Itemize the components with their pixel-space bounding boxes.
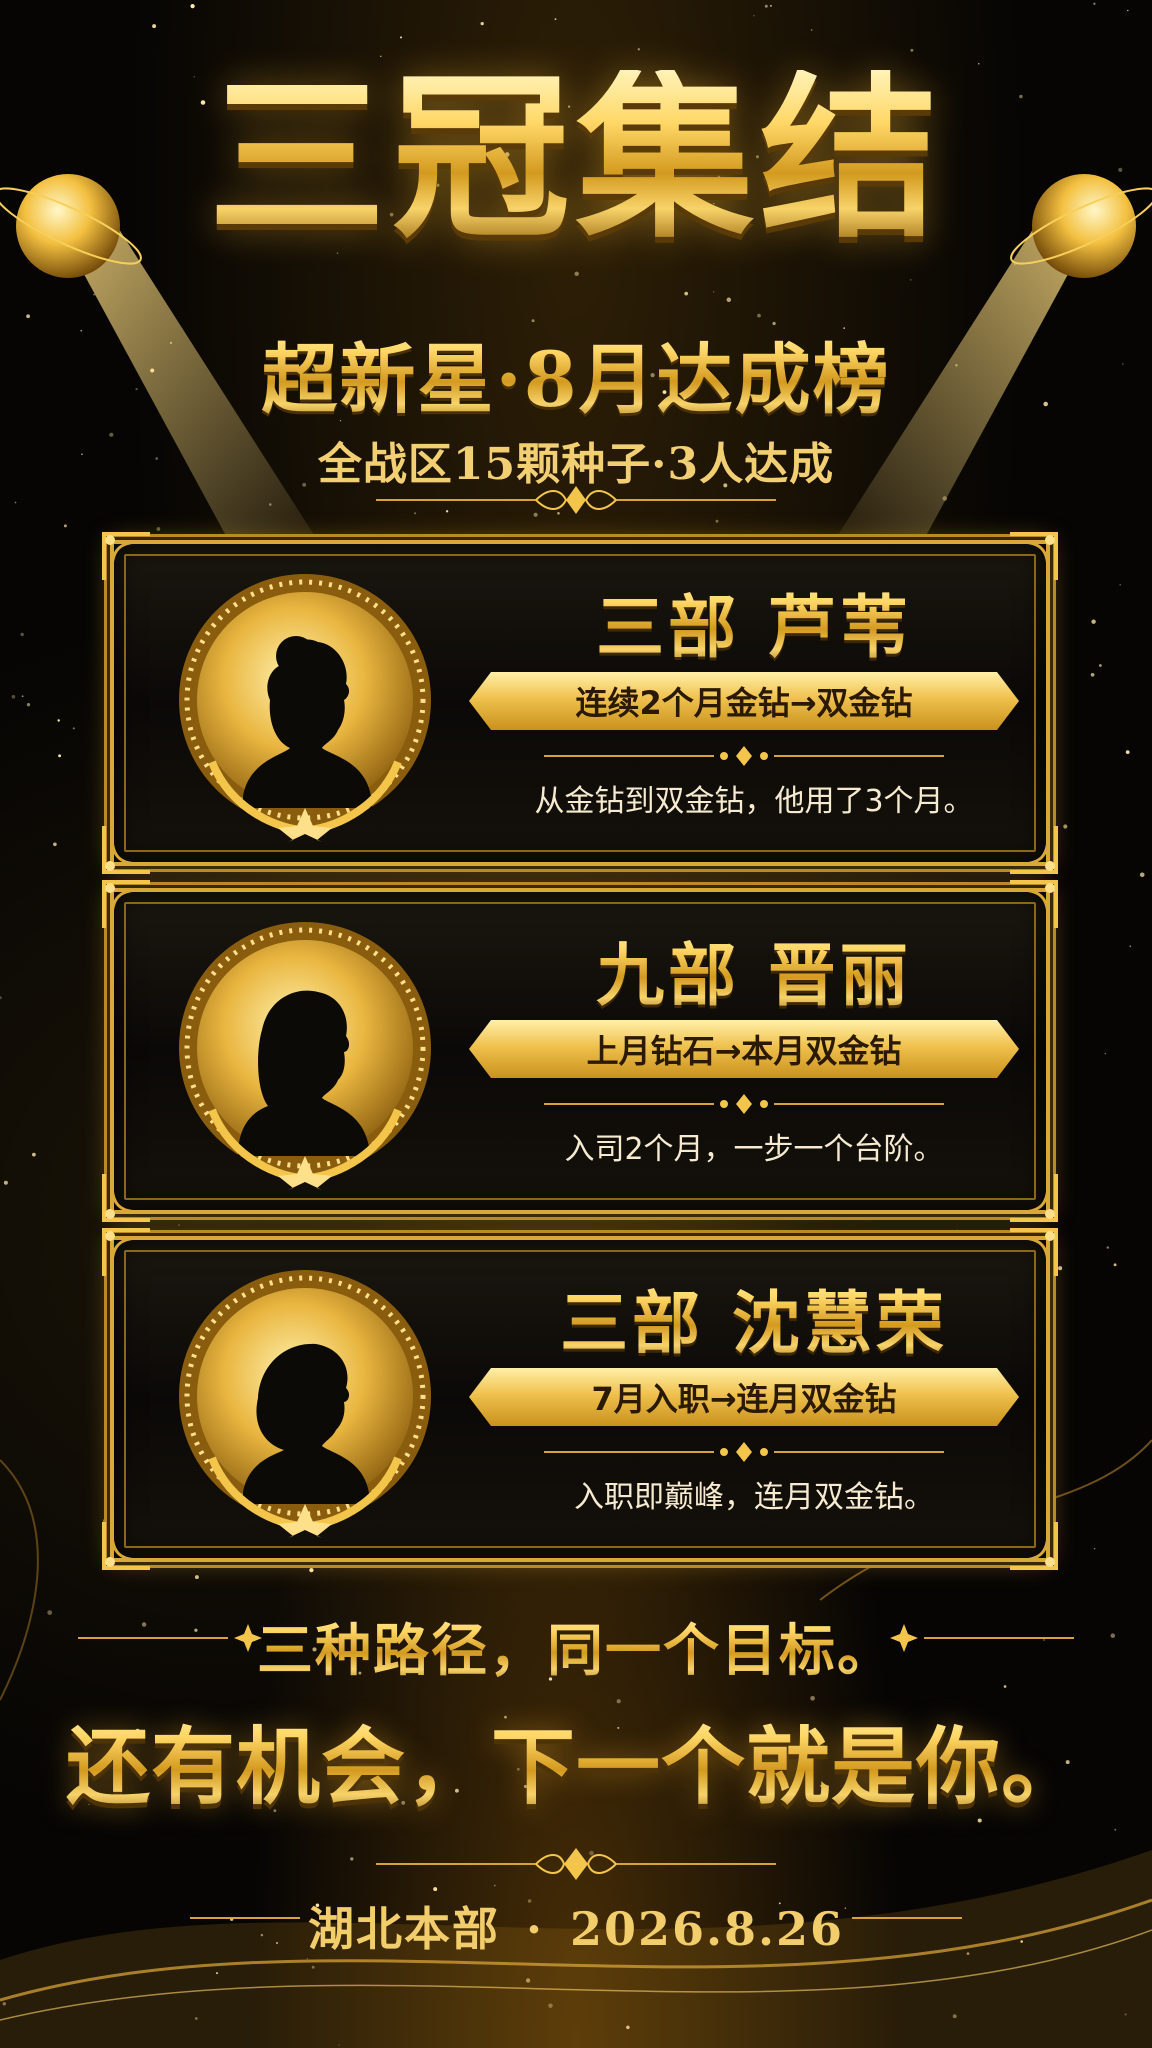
- star-sparkle: [810, 29, 813, 31]
- ornament-divider-icon: [376, 486, 776, 514]
- winner-name: 九部 晋丽: [494, 920, 1014, 1019]
- poster: 三冠集结 超新星·8月达成榜 全战区15颗种子·3人达成 三部 芦苇 连续2个月…: [0, 0, 1152, 2048]
- footer-date: 2026.8.26: [569, 1902, 845, 1956]
- star-sparkle: [53, 842, 57, 847]
- star-sparkle: [480, 21, 484, 26]
- star-sparkle: [152, 24, 157, 29]
- star-sparkle: [713, 291, 715, 293]
- star-sparkle: [178, 1224, 180, 1226]
- star-sparkle: [3, 1180, 8, 1185]
- star-sparkle: [1093, 2, 1096, 5]
- star-sparkle: [637, 48, 640, 51]
- winner-card-1: 三部 芦苇 连续2个月金钻→双金钻 从金钻到双金钻，他用了3个月。: [102, 532, 1058, 874]
- ornament-divider-icon: [544, 1442, 944, 1462]
- star-sparkle: [757, 313, 761, 318]
- star-sparkle: [11, 694, 16, 699]
- star-sparkle: [1091, 619, 1096, 624]
- winner-quote: 入司2个月，一步一个台阶。: [564, 1132, 944, 1167]
- star-sparkle: [399, 36, 403, 39]
- star-sparkle: [956, 1229, 958, 1232]
- star-sparkle: [554, 18, 557, 20]
- star-sparkle: [1106, 1246, 1110, 1249]
- star-sparkle: [1114, 1828, 1117, 1831]
- star-sparkle: [910, 48, 914, 52]
- winner-card-3: 三部 沈慧荣 7月入职→连月双金钻 入职即巅峰，连月双金钻。: [102, 1228, 1058, 1570]
- corner-flourish-icon: [1010, 532, 1058, 580]
- star-sparkle: [0, 996, 2, 1000]
- star-sparkle: [58, 754, 62, 758]
- winner-quote: 入职即巅峰，连月双金钻。: [574, 1480, 934, 1515]
- footer: 湖北本部 · 2026.8.26: [0, 1893, 1152, 1959]
- page-title: 三冠集结: [0, 70, 1152, 248]
- star-sparkle: [1113, 1263, 1117, 1267]
- ornament-divider-icon: [544, 1094, 944, 1114]
- star-sparkle: [1125, 750, 1130, 754]
- corner-flourish-icon: [102, 532, 150, 580]
- star-sparkle: [574, 271, 579, 277]
- star-sparkle: [1063, 824, 1068, 829]
- winner-card-2: 九部 晋丽 上月钻石→本月双金钻 入司2个月，一步一个台阶。: [102, 880, 1058, 1222]
- star-sparkle: [1093, 1547, 1096, 1550]
- corner-flourish-icon: [1010, 1522, 1058, 1570]
- star-sparkle: [753, 15, 755, 17]
- corner-flourish-icon: [1010, 826, 1058, 874]
- star-sparkle: [769, 4, 772, 7]
- ornament-divider-icon: [376, 1848, 776, 1880]
- ornament-divider-icon: [544, 746, 944, 766]
- star-sparkle: [1129, 945, 1131, 947]
- star-sparkle: [350, 1857, 354, 1861]
- corner-flourish-icon: [102, 1522, 150, 1570]
- winner-quote: 从金钻到双金钻，他用了3个月。: [534, 784, 974, 819]
- star-sparkle: [72, 727, 75, 730]
- star-sparkle: [32, 1152, 36, 1157]
- corner-flourish-icon: [102, 880, 150, 928]
- corner-flourish-icon: [1010, 1228, 1058, 1276]
- star-sparkle: [1099, 664, 1102, 667]
- star-sparkle: [20, 632, 24, 637]
- winner-name: 三部 沈慧荣: [494, 1268, 1014, 1367]
- star-sparkle: [707, 882, 711, 886]
- woman-bun-silhouette-icon: [179, 574, 431, 842]
- star-sparkle: [764, 4, 768, 8]
- achievement-badge: 7月入职→连月双金钻: [469, 1368, 1019, 1426]
- page-subtitle: 超新星·8月达成榜: [0, 318, 1152, 428]
- star-sparkle: [433, 1887, 438, 1892]
- footer-separator: ·: [525, 1902, 544, 1956]
- woman-long-hair-silhouette-icon: [179, 922, 431, 1190]
- corner-flourish-icon: [102, 1228, 150, 1276]
- star-sparkle: [1139, 872, 1145, 878]
- corner-flourish-icon: [102, 826, 150, 874]
- star-sparkle: [26, 703, 31, 707]
- star-sparkle: [1090, 672, 1095, 677]
- corner-flourish-icon: [1010, 880, 1058, 928]
- closing-line-2: 还有机会，下一个就是你。: [0, 1700, 1152, 1821]
- footer-org: 湖北本部: [307, 1902, 500, 1956]
- star-sparkle: [1104, 1052, 1106, 1055]
- achievement-badge: 连续2个月金钻→双金钻: [469, 672, 1019, 730]
- corner-flourish-icon: [1010, 1174, 1058, 1222]
- star-sparkle: [726, 297, 732, 303]
- star-sparkle: [309, 1567, 314, 1573]
- winner-name: 三部 芦苇: [494, 572, 1014, 671]
- corner-flourish-icon: [102, 1174, 150, 1222]
- star-sparkle: [715, 519, 719, 523]
- star-sparkle: [57, 719, 60, 722]
- star-sparkle: [1127, 9, 1129, 12]
- star-sparkle: [194, 1575, 199, 1580]
- star-sparkle: [1119, 584, 1121, 586]
- star-sparkle: [978, 63, 980, 65]
- star-sparkle: [21, 695, 24, 698]
- achievement-badge: 上月钻石→本月双金钻: [469, 1020, 1019, 1078]
- closing-line-1: 三种路径，同一个目标。: [0, 1606, 1152, 1687]
- star-sparkle: [684, 291, 689, 296]
- woman-bob-hair-silhouette-icon: [179, 1270, 431, 1538]
- star-sparkle: [804, 1564, 808, 1568]
- star-sparkle: [190, 3, 195, 9]
- star-sparkle: [493, 1884, 496, 1887]
